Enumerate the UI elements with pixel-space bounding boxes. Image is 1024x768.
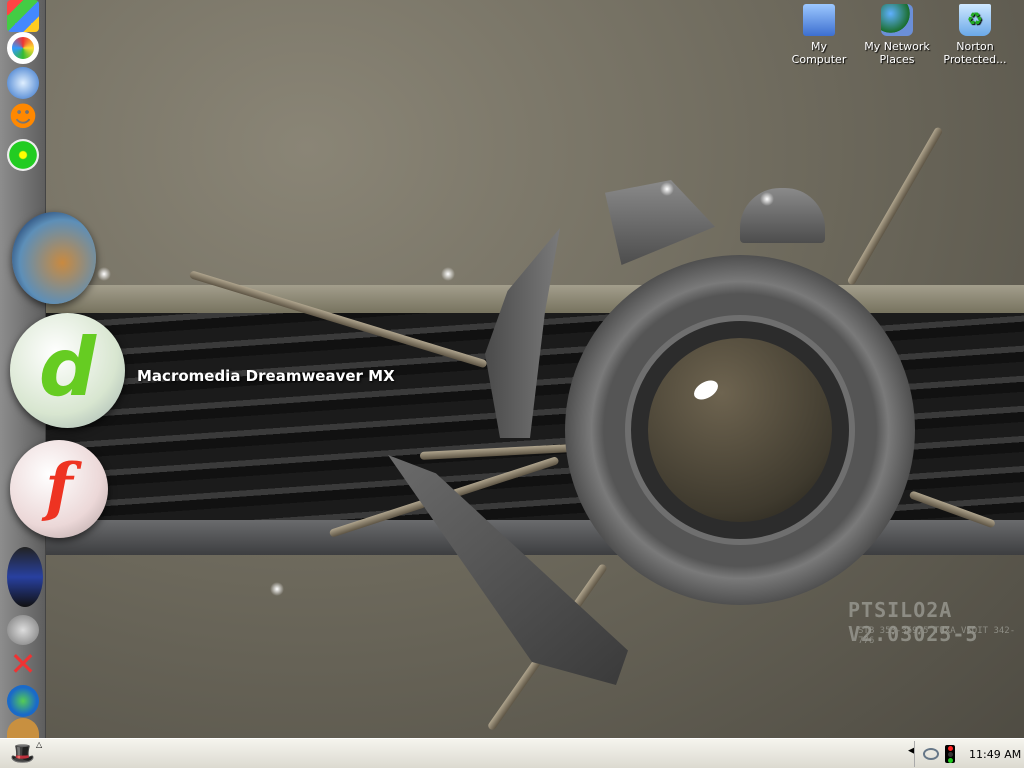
outlook-express-icon[interactable]	[7, 67, 39, 99]
icon-label: My Network	[864, 40, 930, 53]
windows-update-icon[interactable]	[7, 0, 39, 32]
video-icon[interactable]	[7, 547, 43, 607]
icon-label: My	[810, 40, 827, 53]
wallpaper-light	[441, 267, 455, 281]
desktop-icon-my-computer[interactable]: My Computer	[779, 2, 859, 66]
wallpaper-plate	[605, 180, 715, 265]
recycle-bin-icon: ♻	[959, 4, 991, 36]
desktop-icon-my-network-places[interactable]: My Network Places	[857, 2, 937, 66]
wallpaper-light	[97, 267, 111, 281]
icon-label: Protected...	[943, 53, 1007, 66]
dvd-icon[interactable]	[7, 615, 39, 645]
wallpaper-porthole-glass	[648, 338, 832, 522]
wallpaper-plate	[740, 188, 825, 243]
network-places-icon	[881, 4, 913, 36]
clock[interactable]: 11:49 AM	[969, 748, 1021, 761]
messenger-icon[interactable]	[7, 685, 39, 717]
icq-icon[interactable]	[7, 139, 39, 171]
cookie-icon[interactable]	[7, 718, 39, 738]
system-tray: 11:49 AM	[914, 741, 1024, 767]
x-icon[interactable]: ✕	[7, 648, 39, 680]
start-menu-arrow-icon[interactable]: △	[36, 740, 42, 749]
dock-hover-label: Macromedia Dreamweaver MX	[137, 367, 395, 385]
traffic-light-icon[interactable]	[945, 745, 955, 763]
wallpaper-rod	[846, 126, 944, 287]
dreamweaver-icon[interactable]: d	[10, 313, 125, 428]
icon-label: Places	[879, 53, 915, 66]
wallpaper-subtext: STB 353-35975 TUXA VSOIT 342-776	[858, 626, 1016, 646]
wallpaper-light	[660, 182, 674, 196]
flash-icon[interactable]: f	[10, 440, 108, 538]
wallpaper-light	[760, 192, 774, 206]
aim-icon[interactable]: ☻	[7, 101, 39, 133]
network-icon[interactable]	[923, 748, 939, 760]
icon-label: Computer	[791, 53, 847, 66]
icon-label: Norton	[956, 40, 994, 53]
desktop-icon-norton-protected[interactable]: ♻ Norton Protected...	[935, 2, 1015, 66]
wallpaper-light	[270, 582, 284, 596]
my-computer-icon	[803, 4, 835, 36]
photoshop-icon[interactable]	[12, 212, 96, 304]
media-player-icon[interactable]	[7, 32, 39, 64]
taskbar: 🎩 △ ◀ 11:49 AM	[0, 738, 1024, 768]
